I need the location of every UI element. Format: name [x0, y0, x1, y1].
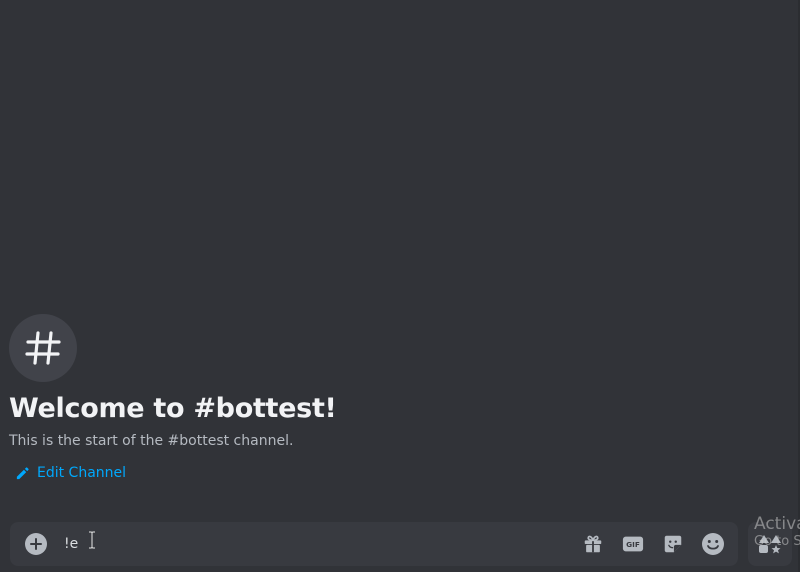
- gift-button[interactable]: [581, 532, 605, 556]
- sticker-button[interactable]: [661, 532, 685, 556]
- welcome-subtitle: This is the start of the #bottest channe…: [9, 433, 294, 449]
- text-cursor-icon: [89, 531, 95, 549]
- composer-tools: GIF: [581, 532, 725, 556]
- gif-label: GIF: [626, 540, 640, 549]
- gif-icon: GIF: [622, 536, 644, 552]
- app-launcher-icon: [759, 535, 781, 554]
- edit-channel-label[interactable]: Edit Channel: [37, 464, 126, 482]
- app-launcher-button[interactable]: [748, 522, 792, 566]
- pencil-icon: [16, 466, 29, 479]
- gift-icon: [584, 535, 602, 553]
- channel-hash-icon: [9, 314, 77, 382]
- plus-circle-icon: [25, 533, 47, 555]
- emoji-icon: [702, 533, 724, 555]
- channel-welcome: Welcome to #bottest! This is the start o…: [9, 314, 337, 482]
- attach-button[interactable]: [24, 532, 48, 556]
- welcome-title: Welcome to #bottest!: [9, 393, 337, 424]
- gif-button[interactable]: GIF: [621, 532, 645, 556]
- sticker-icon: [664, 535, 682, 553]
- edit-channel-link[interactable]: Edit Channel: [15, 464, 337, 482]
- hash-icon: [25, 331, 61, 365]
- emoji-button[interactable]: [701, 532, 725, 556]
- channel-view: Welcome to #bottest! This is the start o…: [0, 0, 800, 572]
- message-input[interactable]: [64, 533, 581, 555]
- message-composer: GIF: [10, 522, 738, 566]
